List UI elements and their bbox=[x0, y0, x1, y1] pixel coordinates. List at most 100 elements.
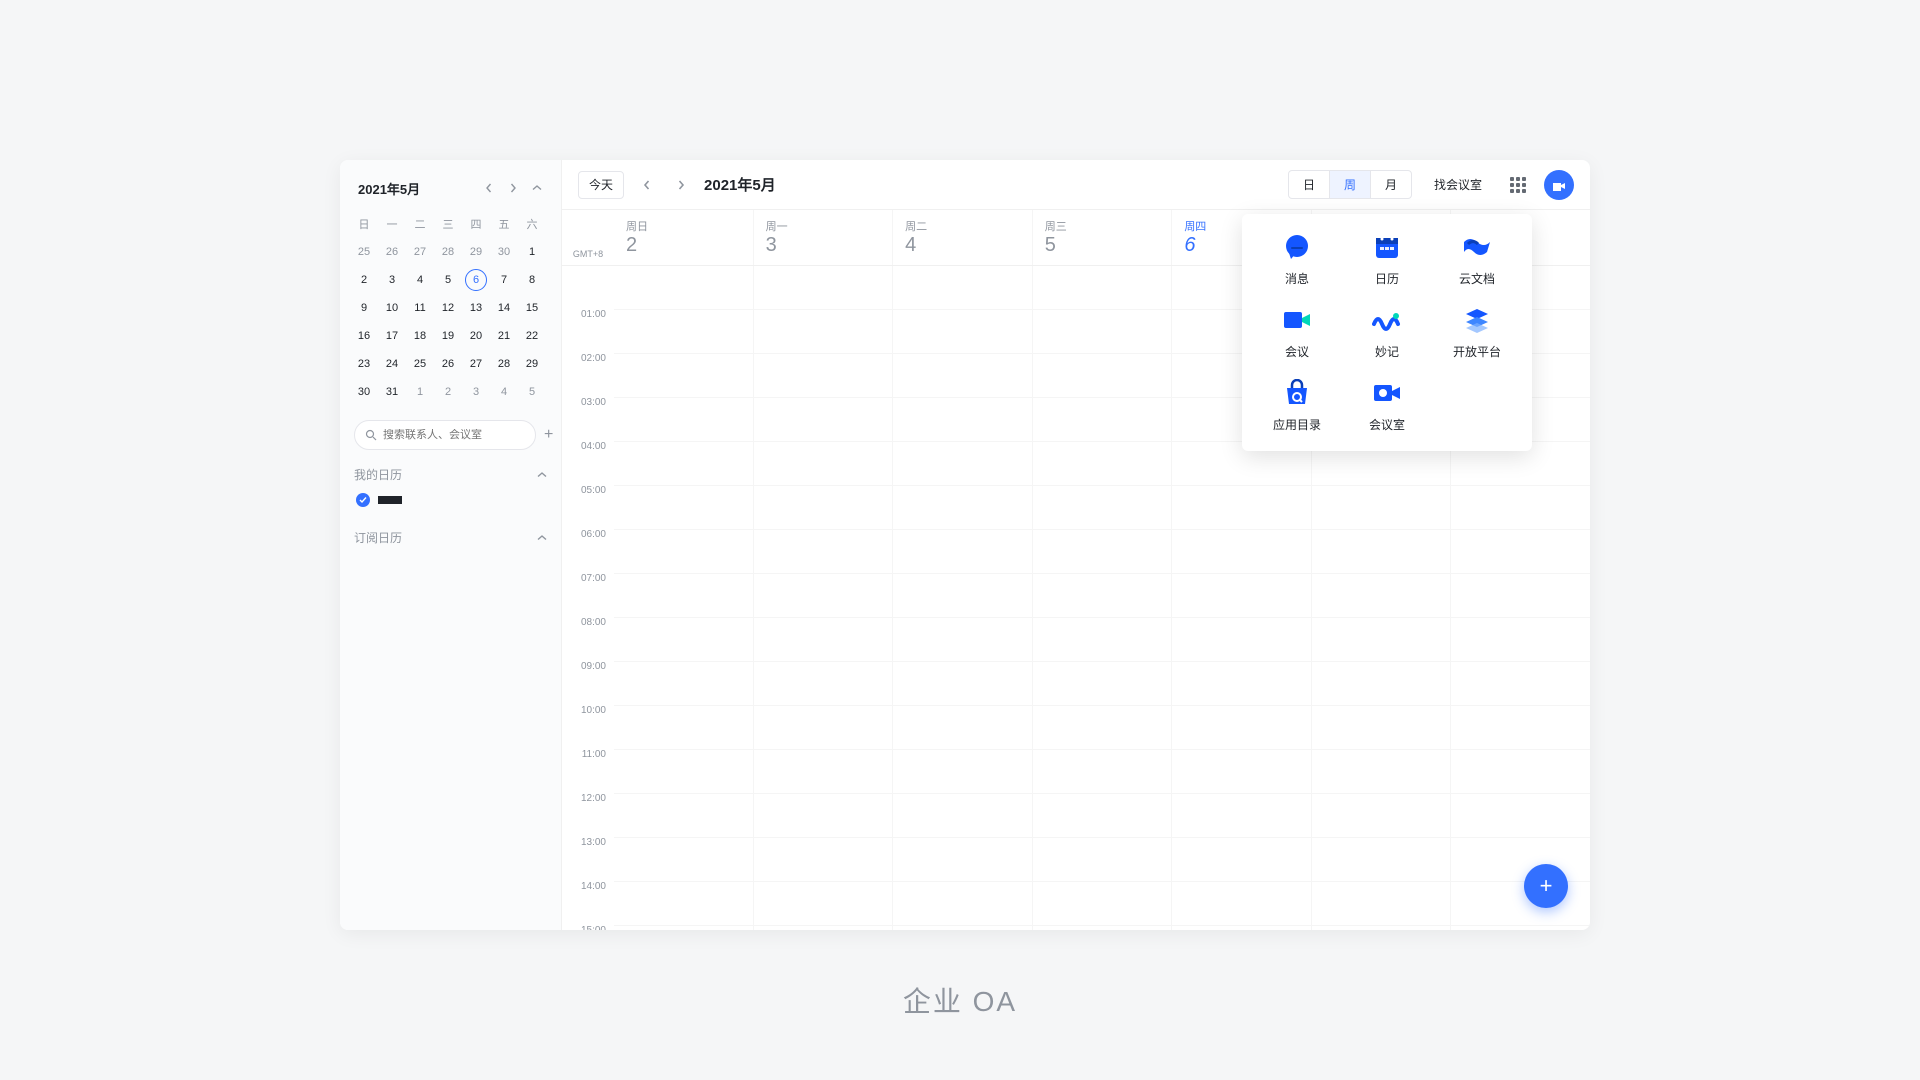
view-segmented-control: 日 周 月 bbox=[1288, 170, 1412, 199]
mini-calendar-title: 2021年5月 bbox=[358, 179, 420, 198]
calendar-checkbox[interactable] bbox=[356, 493, 370, 507]
subscribed-calendars-section[interactable]: 订阅日历 bbox=[354, 529, 547, 546]
day-column[interactable] bbox=[893, 266, 1033, 930]
mini-date-cell[interactable]: 27 bbox=[462, 350, 490, 378]
mini-collapse[interactable] bbox=[527, 178, 547, 198]
time-label: 14:00 bbox=[581, 881, 606, 892]
mini-date-cell[interactable]: 28 bbox=[434, 238, 462, 266]
app-stack[interactable]: 开放平台 bbox=[1432, 305, 1522, 360]
time-label: 08:00 bbox=[581, 617, 606, 628]
view-week-tab[interactable]: 周 bbox=[1330, 171, 1371, 198]
mini-date-cell[interactable]: 23 bbox=[350, 350, 378, 378]
mini-date-cell[interactable]: 7 bbox=[490, 266, 518, 294]
app-video[interactable]: 会议 bbox=[1252, 305, 1342, 360]
mini-date-cell[interactable]: 28 bbox=[490, 350, 518, 378]
day-header[interactable]: 周一3 bbox=[754, 210, 894, 265]
calendar-icon bbox=[1372, 232, 1402, 262]
mini-date-cell[interactable]: 24 bbox=[378, 350, 406, 378]
time-label: 03:00 bbox=[581, 397, 606, 408]
time-label: 07:00 bbox=[581, 573, 606, 584]
mini-date-cell[interactable]: 13 bbox=[462, 294, 490, 322]
mini-date-cell[interactable]: 27 bbox=[406, 238, 434, 266]
app-calendar[interactable]: 日历 bbox=[1342, 232, 1432, 287]
app-bag[interactable]: 应用目录 bbox=[1252, 378, 1342, 433]
mini-date-cell[interactable]: 6 bbox=[462, 266, 490, 294]
time-label: 04:00 bbox=[581, 441, 606, 452]
mini-date-cell[interactable]: 5 bbox=[518, 378, 546, 406]
mini-date-cell[interactable]: 29 bbox=[518, 350, 546, 378]
view-day-tab[interactable]: 日 bbox=[1289, 171, 1330, 198]
app-label: 开放平台 bbox=[1453, 343, 1501, 360]
calendar-app-window: 2021年5月 日一二三四五六2526272829301234567891011… bbox=[340, 160, 1590, 930]
app-cam-room[interactable]: 会议室 bbox=[1342, 378, 1432, 433]
mini-date-cell[interactable]: 2 bbox=[434, 378, 462, 406]
time-label: 15:00 bbox=[581, 925, 606, 930]
today-button[interactable]: 今天 bbox=[578, 171, 624, 199]
mini-date-cell[interactable]: 11 bbox=[406, 294, 434, 322]
add-calendar-button[interactable]: + bbox=[544, 425, 553, 445]
my-calendars-section[interactable]: 我的日历 bbox=[354, 466, 547, 483]
mini-weekday-header: 一 bbox=[378, 210, 406, 238]
mini-date-cell[interactable]: 20 bbox=[462, 322, 490, 350]
mini-date-cell[interactable]: 3 bbox=[462, 378, 490, 406]
brand-badge[interactable] bbox=[1544, 170, 1574, 200]
calendar-item[interactable] bbox=[354, 483, 547, 517]
mini-date-cell[interactable]: 25 bbox=[350, 238, 378, 266]
chat-icon bbox=[1282, 232, 1312, 262]
next-week-button[interactable] bbox=[670, 174, 692, 196]
app-label: 日历 bbox=[1375, 270, 1399, 287]
mini-date-cell[interactable]: 21 bbox=[490, 322, 518, 350]
create-event-fab[interactable]: + bbox=[1524, 864, 1568, 908]
day-header[interactable]: 周日2 bbox=[614, 210, 754, 265]
cam-room-icon bbox=[1372, 378, 1402, 408]
day-column[interactable] bbox=[614, 266, 754, 930]
mini-date-cell[interactable]: 9 bbox=[350, 294, 378, 322]
day-column[interactable] bbox=[1033, 266, 1173, 930]
mini-date-cell[interactable]: 10 bbox=[378, 294, 406, 322]
mini-date-cell[interactable]: 17 bbox=[378, 322, 406, 350]
mini-prev-month[interactable] bbox=[479, 178, 499, 198]
mini-date-cell[interactable]: 4 bbox=[490, 378, 518, 406]
search-contacts-input[interactable] bbox=[383, 429, 525, 441]
mini-date-cell[interactable]: 5 bbox=[434, 266, 462, 294]
time-label: 13:00 bbox=[581, 837, 606, 848]
search-contacts-input-wrap[interactable] bbox=[354, 420, 536, 450]
mini-date-cell[interactable]: 15 bbox=[518, 294, 546, 322]
mini-date-cell[interactable]: 18 bbox=[406, 322, 434, 350]
mini-date-cell[interactable]: 31 bbox=[378, 378, 406, 406]
mini-date-cell[interactable]: 25 bbox=[406, 350, 434, 378]
app-wave[interactable]: 妙记 bbox=[1342, 305, 1432, 360]
prev-week-button[interactable] bbox=[636, 174, 658, 196]
day-column[interactable] bbox=[754, 266, 894, 930]
topbar-title: 2021年5月 bbox=[704, 174, 776, 195]
mini-date-cell[interactable]: 1 bbox=[406, 378, 434, 406]
mini-date-cell[interactable]: 14 bbox=[490, 294, 518, 322]
app-docs[interactable]: 云文档 bbox=[1432, 232, 1522, 287]
mini-date-cell[interactable]: 12 bbox=[434, 294, 462, 322]
find-meeting-room-button[interactable]: 找会议室 bbox=[1424, 171, 1492, 198]
docs-icon bbox=[1462, 232, 1492, 262]
mini-date-cell[interactable]: 2 bbox=[350, 266, 378, 294]
time-label: 05:00 bbox=[581, 485, 606, 496]
mini-date-cell[interactable]: 30 bbox=[350, 378, 378, 406]
mini-date-cell[interactable]: 22 bbox=[518, 322, 546, 350]
day-header[interactable]: 周三5 bbox=[1033, 210, 1173, 265]
mini-date-cell[interactable]: 8 bbox=[518, 266, 546, 294]
mini-date-cell[interactable]: 16 bbox=[350, 322, 378, 350]
mini-date-cell[interactable]: 29 bbox=[462, 238, 490, 266]
mini-date-cell[interactable]: 19 bbox=[434, 322, 462, 350]
mini-next-month[interactable] bbox=[503, 178, 523, 198]
mini-date-cell[interactable]: 26 bbox=[434, 350, 462, 378]
mini-calendar[interactable]: 日一二三四五六252627282930123456789101112131415… bbox=[340, 210, 561, 406]
mini-date-cell[interactable]: 4 bbox=[406, 266, 434, 294]
mini-date-cell[interactable]: 3 bbox=[378, 266, 406, 294]
view-month-tab[interactable]: 月 bbox=[1371, 171, 1411, 198]
time-label: 01:00 bbox=[581, 309, 606, 320]
mini-date-cell[interactable]: 1 bbox=[518, 238, 546, 266]
time-label: 06:00 bbox=[581, 529, 606, 540]
day-header[interactable]: 周二4 bbox=[893, 210, 1033, 265]
app-chat[interactable]: 消息 bbox=[1252, 232, 1342, 287]
apps-grid-button[interactable] bbox=[1504, 171, 1532, 199]
mini-date-cell[interactable]: 30 bbox=[490, 238, 518, 266]
mini-date-cell[interactable]: 26 bbox=[378, 238, 406, 266]
